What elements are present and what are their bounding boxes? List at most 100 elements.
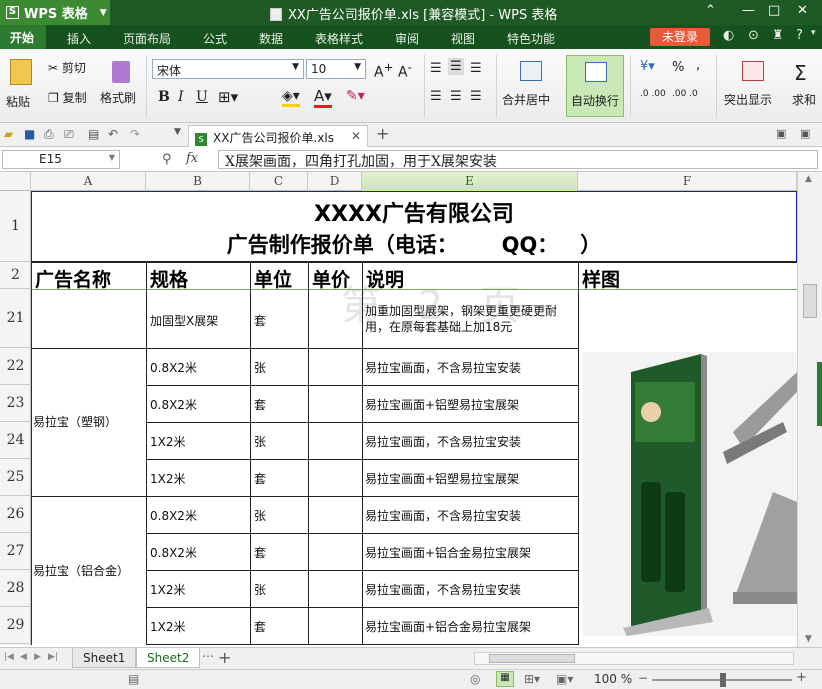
print-preview-icon[interactable]: ⎚ (64, 127, 74, 142)
row-header[interactable]: 29 (0, 607, 31, 644)
tab-page-layout[interactable]: 页面布局 (123, 30, 171, 47)
cell-desc[interactable]: 易拉宝画面，不含易拉宝安装 (365, 433, 521, 450)
help-dropdown-icon[interactable]: ▾ (811, 28, 816, 38)
underline-button[interactable]: U (196, 89, 208, 105)
column-header-e[interactable]: E (362, 172, 578, 191)
scroll-thumb[interactable] (803, 284, 817, 318)
cell-desc[interactable]: 易拉宝画面+铝塑易拉宝展架 (365, 470, 519, 487)
zoom-thumb[interactable] (720, 673, 726, 687)
row-header[interactable]: 24 (0, 422, 31, 459)
side-panel-tab[interactable] (817, 362, 822, 426)
align-right-icon[interactable]: ☰ (470, 89, 482, 104)
decrease-decimal-icon[interactable]: .00 .0 (672, 89, 698, 99)
align-middle-icon[interactable]: ☰ (448, 58, 464, 75)
eye-icon[interactable]: ◎ (470, 672, 480, 686)
search-icon[interactable]: ⚲ (162, 152, 172, 167)
formula-input[interactable]: X展架画面，四角打孔加固，用于X展架安装 (218, 150, 818, 170)
cell-spec[interactable]: 0.8X2米 (150, 396, 197, 413)
highlight-button[interactable]: 突出显示 (722, 57, 780, 117)
reading-view-icon[interactable]: ▣▾ (556, 672, 573, 686)
cell-desc[interactable]: 易拉宝画面，不含易拉宝安装 (365, 359, 521, 376)
prev-sheet-icon[interactable]: ◀ (20, 652, 27, 662)
cell-unit[interactable]: 张 (254, 581, 266, 598)
cell-spec[interactable]: 1X2米 (150, 581, 186, 598)
tab-start[interactable]: 开始 (0, 25, 46, 49)
row-header[interactable]: 23 (0, 385, 31, 422)
grow-font-icon[interactable]: A+ (374, 60, 393, 81)
cell-spec[interactable]: 1X2米 (150, 470, 186, 487)
last-sheet-icon[interactable]: ▶| (48, 652, 58, 662)
open-icon[interactable]: ▰ (4, 127, 13, 141)
group-label-aluminum[interactable]: 易拉宝（铝合金） (33, 562, 129, 579)
cut-button[interactable]: ✂ 剪切 (48, 59, 86, 76)
next-sheet-icon[interactable]: ▶ (34, 652, 41, 662)
wrap-text-button[interactable]: 自动换行 (566, 55, 624, 117)
bold-button[interactable]: B (158, 89, 170, 105)
normal-view-icon[interactable]: ▦ (496, 671, 514, 687)
row-header[interactable]: 28 (0, 570, 31, 607)
theme-icon[interactable]: ♜ (772, 28, 784, 43)
tab-review[interactable]: 审阅 (395, 30, 419, 47)
save-icon[interactable]: ■ (24, 127, 35, 141)
align-left-icon[interactable]: ☰ (430, 89, 442, 104)
font-color-icon[interactable]: A▾ (314, 87, 332, 108)
page-layout-icon[interactable]: ⊞▾ (524, 672, 540, 686)
font-size-select[interactable]: 10 ▼ (306, 59, 366, 79)
increase-decimal-icon[interactable]: .0 .00 (640, 89, 666, 99)
cell-unit[interactable]: 张 (254, 507, 266, 524)
cell-unit[interactable]: 套 (254, 618, 266, 635)
row-header[interactable]: 2 (0, 262, 31, 289)
cell-desc[interactable]: 易拉宝画面，不含易拉宝安装 (365, 507, 521, 524)
close-button[interactable]: ✕ (797, 3, 808, 18)
tab-list-icon[interactable]: ▣ (776, 127, 786, 140)
print-icon[interactable]: ⎙ (44, 127, 54, 142)
sheet-tab-1[interactable]: Sheet1 (72, 648, 137, 668)
zoom-out-icon[interactable]: − (638, 671, 648, 685)
tab-data[interactable]: 数据 (259, 30, 283, 47)
fill-color-icon[interactable]: ◈▾ (282, 88, 300, 107)
column-header-d[interactable]: D (308, 172, 362, 191)
feedback-icon[interactable]: ⊙ (748, 28, 759, 43)
help-icon[interactable]: ? (796, 28, 803, 43)
export-pdf-icon[interactable]: ▤ (88, 127, 99, 141)
page-icon[interactable]: ▤ (128, 672, 139, 686)
format-painter-button[interactable]: 格式刷 (100, 57, 138, 117)
cell-spec[interactable]: 1X2米 (150, 433, 186, 450)
cell-spec[interactable]: 0.8X2米 (150, 359, 197, 376)
row-header[interactable]: 26 (0, 496, 31, 533)
cell-spec[interactable]: 加固型X展架 (150, 312, 218, 329)
cell-spec[interactable]: 0.8X2米 (150, 544, 197, 561)
percent-button[interactable]: % (672, 60, 684, 75)
tab-view[interactable]: 视图 (451, 30, 475, 47)
minimize-button[interactable]: — (742, 3, 755, 18)
shrink-font-icon[interactable]: A- (398, 60, 412, 81)
paste-button[interactable]: 粘贴 (6, 55, 38, 117)
zoom-in-icon[interactable]: + (796, 670, 807, 685)
column-header-b[interactable]: B (146, 172, 250, 191)
group-label-pvc[interactable]: 易拉宝（塑钢） (33, 413, 117, 430)
sum-button[interactable]: Σ 求和 (788, 57, 822, 117)
tab-special[interactable]: 特色功能 (507, 30, 555, 47)
maximize-button[interactable]: □ (768, 3, 780, 18)
align-center-icon[interactable]: ☰ (450, 89, 462, 104)
scroll-up-icon[interactable]: ▲ (805, 174, 812, 184)
app-menu-button[interactable]: S WPS 表格 ▼ (0, 0, 110, 25)
column-header-a[interactable]: A (31, 172, 146, 191)
italic-button[interactable]: I (178, 89, 184, 105)
row-header[interactable]: 25 (0, 459, 31, 496)
more-sheets-icon[interactable]: ⋯ (202, 649, 214, 663)
cell-unit[interactable]: 套 (254, 470, 266, 487)
merge-center-button[interactable]: 合并居中 (500, 57, 562, 117)
add-sheet-button[interactable]: + (218, 648, 231, 667)
column-header-c[interactable]: C (250, 172, 308, 191)
cell-spec[interactable]: 1X2米 (150, 618, 186, 635)
redo-icon[interactable]: ↷ (130, 127, 140, 141)
first-sheet-icon[interactable]: |◀ (4, 652, 14, 662)
h-scroll-thumb[interactable] (489, 654, 575, 663)
cell-desc[interactable]: 加重加固型展架，钢架更重更硬更耐用，在原每套基础上加18元 (365, 303, 575, 335)
select-all-corner[interactable] (0, 172, 31, 191)
close-tab-icon[interactable]: ✕ (351, 129, 361, 143)
border-icon[interactable]: ⊞▾ (218, 88, 238, 106)
document-tab[interactable]: S XX广告公司报价单.xls ✕ (188, 125, 368, 147)
row-header[interactable]: 1 (0, 191, 31, 262)
